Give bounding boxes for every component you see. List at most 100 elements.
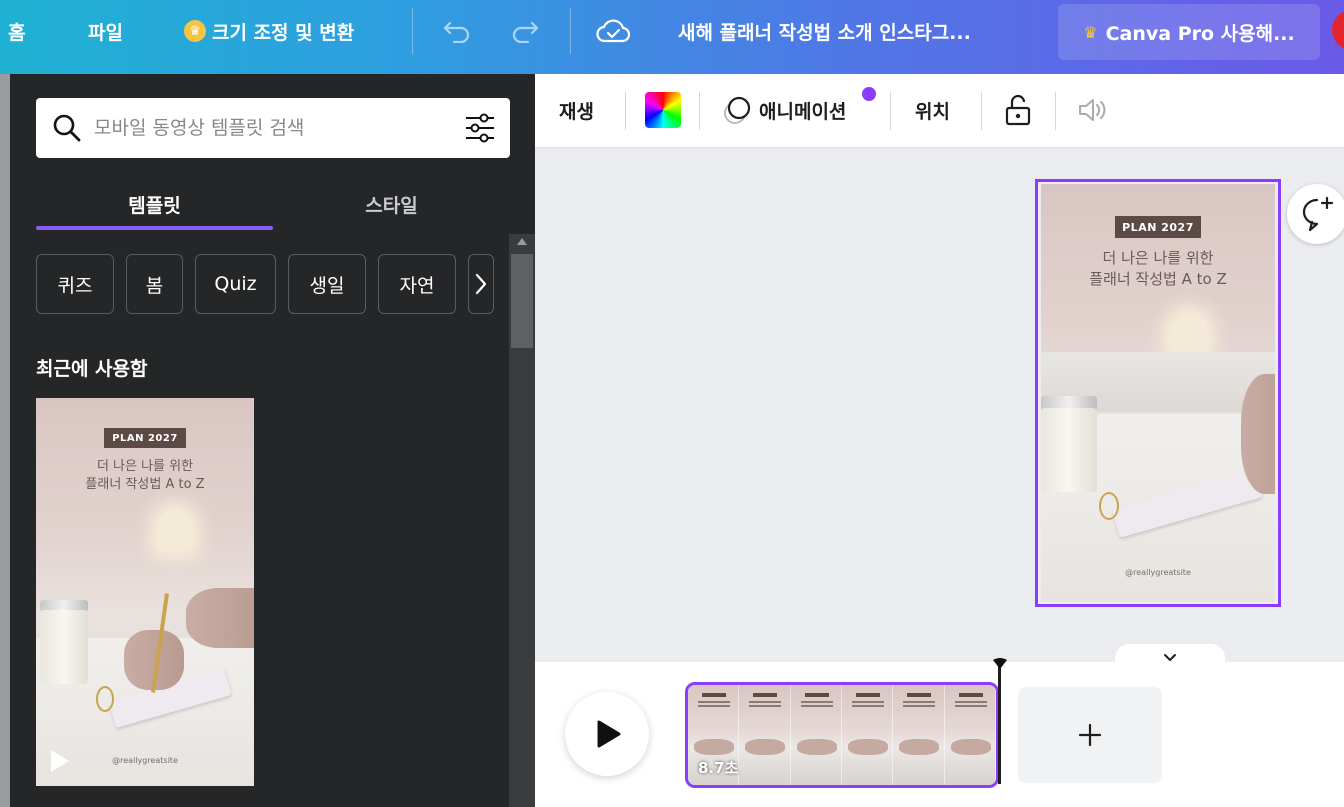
divider	[699, 92, 700, 130]
search-icon	[53, 114, 81, 142]
panel-scrollbar[interactable]	[509, 234, 535, 807]
crown-icon: ♛	[1083, 22, 1098, 42]
cup-image	[40, 610, 88, 684]
animation-label: 애니메이션	[759, 100, 847, 123]
editor-toolbar: 재생 애니메이션 위치	[535, 74, 1344, 148]
volume-icon	[1079, 99, 1106, 121]
design-title-line2: 플래너 작성법 A to Z	[85, 477, 205, 493]
color-picker-button[interactable]	[645, 92, 681, 128]
chevron-right-icon	[475, 273, 487, 295]
chip-spring[interactable]: 봄	[126, 254, 183, 314]
redo-icon	[512, 21, 539, 43]
design-title-line1: 더 나은 나를 위한	[96, 459, 194, 474]
recent-template-thumbnail[interactable]: PLAN 2027 더 나은 나를 위한 플래너 작성법 A to Z @rea…	[36, 398, 254, 786]
chip-label: 퀴즈	[57, 274, 93, 297]
animation-icon	[724, 96, 751, 124]
timeline-play-button[interactable]	[565, 692, 649, 776]
tab-templates[interactable]: 템플릿	[36, 180, 273, 228]
chip-quiz-ko[interactable]: 퀴즈	[36, 254, 114, 314]
editor-canvas[interactable]: PLAN 2027 더 나은 나를 위한 플래너 작성법 A to Z @rea…	[535, 148, 1344, 662]
redo-button[interactable]	[510, 0, 540, 62]
home-label: 홈	[8, 21, 26, 44]
play-icon	[51, 750, 69, 772]
lock-button[interactable]	[1005, 74, 1031, 146]
cloud-save-status[interactable]	[596, 0, 630, 62]
chevron-down-icon[interactable]	[1163, 653, 1177, 663]
chip-label: 생일	[309, 274, 345, 297]
notification-dot	[862, 87, 876, 101]
chip-nature[interactable]: 자연	[378, 254, 456, 314]
unlock-icon	[1005, 94, 1031, 126]
clip-frame	[841, 685, 894, 785]
search-input[interactable]	[94, 108, 454, 148]
recent-section-title: 최근에 사용함	[36, 358, 148, 380]
divider	[981, 92, 982, 130]
plus-icon	[1078, 723, 1102, 747]
volume-button[interactable]	[1077, 74, 1109, 146]
divider	[570, 8, 571, 54]
canva-pro-label: Canva Pro 사용해...	[1105, 22, 1295, 45]
filter-sliders-icon[interactable]	[464, 113, 496, 143]
panel-tabs: 템플릿 스타일	[36, 180, 510, 230]
category-chips: 퀴즈 봄 Quiz 생일 자연	[36, 254, 496, 314]
clip-frame	[739, 685, 791, 785]
resize-button[interactable]: ♛ 크기 조정 및 변환	[184, 0, 354, 62]
cloud-check-icon	[596, 19, 630, 43]
position-button[interactable]: 위치	[915, 74, 950, 146]
divider	[625, 92, 626, 130]
design-title: 더 나은 나를 위한 플래너 작성법 A to Z	[36, 458, 254, 494]
undo-icon	[443, 21, 470, 43]
chip-label: 자연	[399, 274, 435, 297]
side-nav-rail	[0, 74, 10, 807]
add-comment-button[interactable]	[1287, 184, 1344, 244]
chip-quiz[interactable]: Quiz	[195, 254, 276, 314]
timeline-panel: 8.7초	[535, 644, 1344, 807]
templates-panel: 템플릿 스타일 퀴즈 봄 Quiz 생일 자연 최근에 사용함 PLAN 202…	[10, 74, 535, 807]
scroll-up-arrow-icon[interactable]	[517, 238, 527, 245]
top-bar: 홈 파일 ♛ 크기 조정 및 변환 새해 플래너 작성법 소개 인스타그... …	[0, 0, 1344, 74]
scroll-thumb[interactable]	[511, 254, 533, 348]
canva-pro-button[interactable]: ♛ Canva Pro 사용해...	[1058, 4, 1320, 60]
divider	[1055, 92, 1056, 130]
search-box	[36, 98, 510, 158]
play-label: 재생	[559, 100, 594, 123]
tab-styles[interactable]: 스타일	[273, 180, 510, 228]
playhead-handle-icon[interactable]	[992, 658, 1008, 670]
position-label: 위치	[915, 100, 950, 123]
home-button[interactable]: 홈	[8, 0, 25, 62]
file-label: 파일	[88, 21, 123, 44]
tab-styles-label: 스타일	[365, 194, 418, 217]
lamp-image	[158, 510, 192, 550]
timeline-clip[interactable]: 8.7초	[685, 682, 999, 788]
chip-label: 봄	[145, 274, 164, 297]
selection-frame	[1035, 179, 1281, 607]
comment-add-icon	[1302, 196, 1334, 232]
undo-button[interactable]	[442, 0, 472, 62]
crown-icon: ♛	[184, 20, 206, 42]
add-page-button[interactable]	[1018, 687, 1162, 783]
clip-duration: 8.7초	[698, 759, 739, 777]
chips-next-button[interactable]	[468, 254, 494, 314]
document-title[interactable]: 새해 플래너 작성법 소개 인스타그...	[678, 0, 971, 62]
arm-image	[186, 588, 254, 648]
chip-birthday[interactable]: 생일	[288, 254, 366, 314]
file-menu-button[interactable]: 파일	[88, 0, 123, 62]
chip-label: Quiz	[214, 273, 257, 295]
divider	[412, 8, 413, 54]
divider	[890, 92, 891, 130]
document-title-text: 새해 플래너 작성법 소개 인스타그...	[678, 21, 971, 44]
notepad-ring-image	[96, 686, 114, 712]
clip-frame	[944, 685, 996, 785]
design-preview: PLAN 2027 더 나은 나를 위한 플래너 작성법 A to Z @rea…	[36, 398, 254, 786]
plan-badge: PLAN 2027	[104, 428, 186, 448]
play-icon	[597, 720, 621, 748]
tab-templates-label: 템플릿	[128, 194, 181, 217]
playhead[interactable]	[998, 660, 1001, 784]
avatar[interactable]	[1332, 10, 1344, 50]
clip-frame	[893, 685, 945, 785]
play-button[interactable]: 재생	[559, 74, 594, 146]
resize-label: 크기 조정 및 변환	[212, 21, 355, 44]
clip-frame	[790, 685, 842, 785]
animation-button[interactable]: 애니메이션	[721, 74, 846, 146]
active-tab-indicator	[36, 226, 273, 230]
